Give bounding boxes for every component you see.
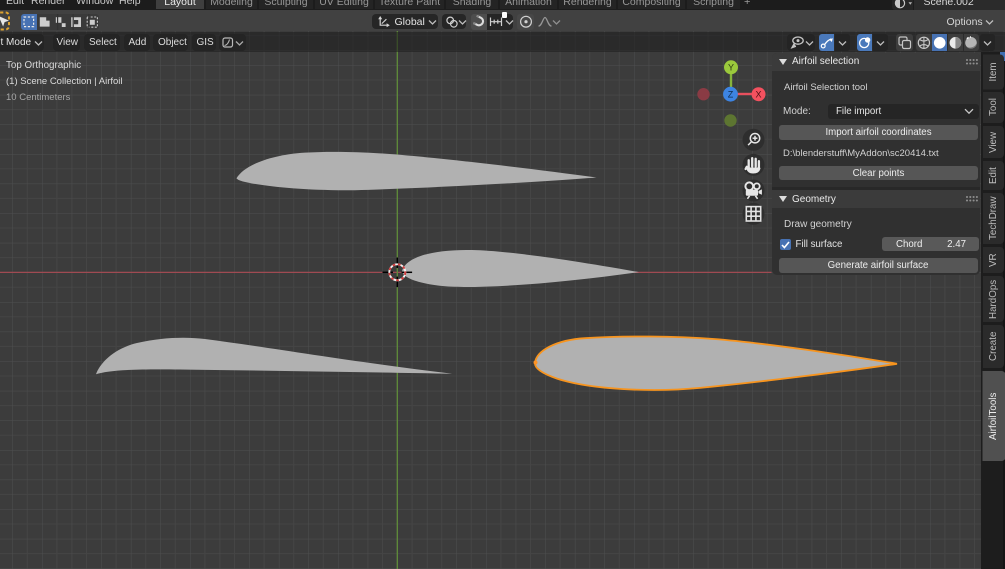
svg-text:X: X xyxy=(755,90,761,100)
svg-text:Y: Y xyxy=(728,63,734,73)
svg-text:Z: Z xyxy=(728,90,734,100)
